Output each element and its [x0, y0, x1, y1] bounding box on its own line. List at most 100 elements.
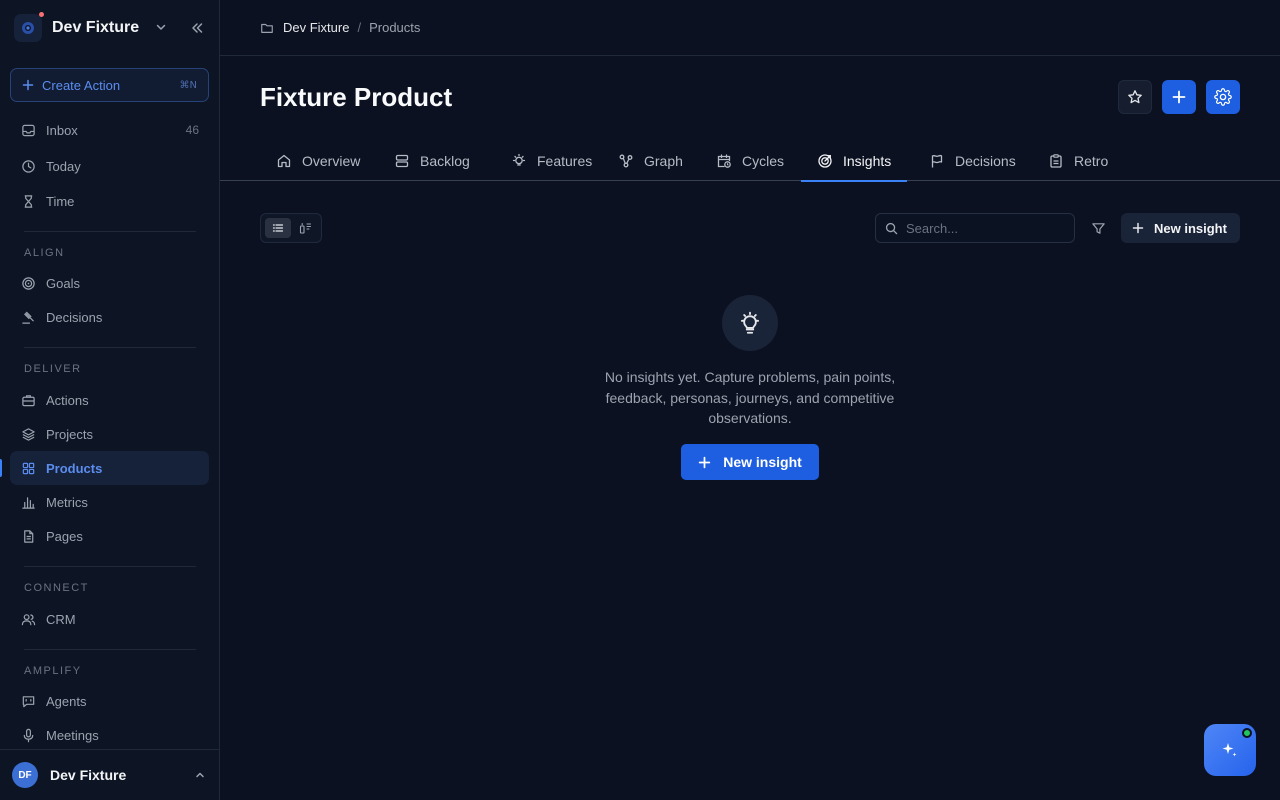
filter-icon — [1091, 221, 1106, 236]
tab-label: Overview — [302, 152, 361, 169]
new-insight-toolbar-button[interactable]: New insight — [1121, 213, 1240, 243]
sidebar-item-metrics[interactable]: Metrics — [10, 485, 209, 519]
create-action-label: Create Action — [42, 77, 121, 93]
search-input[interactable] — [906, 220, 1066, 236]
home-icon — [276, 153, 292, 169]
collapse-sidebar-chevrons-left-icon[interactable] — [189, 20, 205, 36]
breadcrumb-separator: / — [357, 20, 362, 35]
sidebar-item-inbox[interactable]: Inbox 46 — [10, 113, 209, 147]
sidebar-item-label: Pages — [46, 528, 83, 544]
target-arrow-icon — [817, 153, 833, 169]
server-icon — [394, 153, 410, 169]
favorite-button[interactable] — [1118, 80, 1152, 114]
plus-icon — [1171, 89, 1187, 105]
notification-dot — [39, 12, 44, 17]
active-indicator — [0, 459, 2, 477]
breadcrumb: Dev Fixture / Products — [220, 0, 1280, 56]
create-action-button[interactable]: Create Action ⌘N — [10, 68, 209, 102]
sidebar-item-pages[interactable]: Pages — [10, 519, 209, 553]
gear-icon — [1214, 88, 1232, 106]
workspace-logo-icon — [14, 12, 44, 42]
breadcrumb-current[interactable]: Products — [369, 20, 420, 35]
sidebar-item-actions[interactable]: Actions — [10, 383, 209, 417]
inbox-count-badge: 46 — [185, 123, 199, 137]
layers-icon — [20, 426, 36, 442]
star-icon — [1127, 89, 1143, 105]
tab-label: Decisions — [955, 152, 1016, 169]
breadcrumb-root-link[interactable]: Dev Fixture — [283, 20, 349, 35]
sidebar-item-crm[interactable]: CRM — [10, 602, 209, 636]
sidebar-item-label: Meetings — [46, 727, 99, 743]
inbox-icon — [20, 122, 36, 138]
graph-nodes-icon — [618, 153, 634, 169]
sidebar-item-agents[interactable]: Agents — [10, 684, 209, 718]
plus-icon — [1132, 222, 1144, 234]
workspace-switcher-chevron-down-icon[interactable] — [154, 20, 168, 34]
workspace-header[interactable]: Dev Fixture — [0, 0, 220, 56]
lightbulb-icon — [511, 153, 527, 169]
tab-label: Cycles — [742, 152, 785, 169]
sidebar-item-label: Decisions — [46, 309, 103, 325]
plus-icon — [698, 456, 711, 469]
section-title-amplify: AMPLIFY — [24, 665, 82, 677]
calendar-clock-icon — [716, 153, 732, 169]
grid-icon — [20, 460, 36, 476]
settings-button[interactable] — [1206, 80, 1240, 114]
chevron-up-icon — [194, 769, 206, 781]
sidebar: Dev Fixture Create Action ⌘N Inbox 46 To… — [0, 0, 220, 800]
bar-chart-icon — [20, 494, 36, 510]
sidebar-item-decisions[interactable]: Decisions — [10, 300, 209, 334]
workspace-name: Dev Fixture — [52, 19, 140, 36]
sidebar-item-label: Goals — [46, 275, 80, 291]
sidebar-item-label: Today — [46, 158, 81, 174]
folder-icon — [260, 21, 274, 35]
list-view-button[interactable] — [265, 218, 291, 238]
briefcase-icon — [20, 392, 36, 408]
tab-graph[interactable]: Graph — [602, 140, 699, 181]
target-icon — [20, 275, 36, 291]
sidebar-item-time[interactable]: Time — [10, 184, 209, 218]
clock-icon — [20, 158, 36, 174]
board-view-button[interactable] — [292, 218, 318, 238]
new-insight-button[interactable]: New insight — [681, 444, 819, 480]
tab-decisions[interactable]: Decisions — [913, 140, 1032, 181]
product-tabs: Overview Backlog Features Graph Cycles I… — [220, 140, 1280, 182]
kanban-icon — [299, 222, 312, 235]
sidebar-item-products[interactable]: Products — [10, 451, 209, 485]
tab-label: Features — [537, 152, 593, 169]
new-insight-label: New insight — [1154, 220, 1227, 236]
add-button[interactable] — [1162, 80, 1196, 114]
user-menu[interactable]: DF Dev Fixture — [0, 749, 220, 800]
search-field[interactable] — [875, 213, 1075, 243]
tab-insights[interactable]: Insights — [801, 140, 908, 182]
tab-label: Retro — [1074, 152, 1109, 169]
user-name: Dev Fixture — [50, 767, 127, 783]
sidebar-item-projects[interactable]: Projects — [10, 417, 209, 451]
list-icon — [272, 222, 284, 234]
sidebar-item-goals[interactable]: Goals — [10, 266, 209, 300]
tab-cycles[interactable]: Cycles — [700, 140, 800, 181]
sidebar-item-today[interactable]: Today — [10, 149, 209, 183]
file-text-icon — [20, 528, 36, 544]
hourglass-icon — [20, 193, 36, 209]
sidebar-item-meetings[interactable]: Meetings — [10, 718, 209, 752]
filter-button[interactable] — [1087, 217, 1109, 239]
flag-icon — [929, 153, 945, 169]
keyboard-shortcut: ⌘N — [179, 79, 197, 91]
empty-state-message: No insights yet. Capture problems, pain … — [604, 369, 896, 426]
sidebar-item-label: CRM — [46, 611, 76, 627]
gavel-icon — [20, 309, 36, 325]
plus-icon — [22, 79, 34, 91]
online-status-dot — [1242, 728, 1252, 738]
section-title-connect: CONNECT — [24, 582, 89, 594]
sidebar-divider — [24, 649, 196, 650]
new-insight-button-label: New insight — [723, 454, 802, 470]
tab-overview[interactable]: Overview — [260, 140, 376, 181]
sidebar-divider — [24, 347, 196, 348]
tab-retro[interactable]: Retro — [1032, 140, 1124, 181]
sidebar-item-label: Agents — [46, 693, 87, 709]
sidebar-item-label: Actions — [46, 392, 89, 408]
view-toggle — [260, 213, 322, 243]
tab-features[interactable]: Features — [495, 140, 608, 181]
tab-backlog[interactable]: Backlog — [378, 140, 486, 181]
